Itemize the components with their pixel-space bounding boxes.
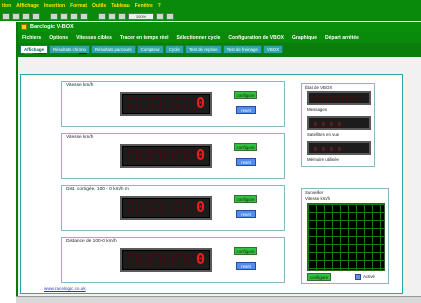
tab-test-reprise[interactable]: Test de reprise (184, 45, 222, 53)
messages-label: Messages (307, 107, 328, 112)
lcd-display: 0 (120, 196, 212, 220)
menu-item-options[interactable]: Options (49, 35, 68, 41)
active-checkbox[interactable] (355, 274, 361, 280)
menu-item-graphique[interactable]: Graphique (292, 35, 317, 41)
toolbar-button-icon[interactable] (166, 12, 174, 20)
host-menu-item[interactable]: Fenêtre (135, 3, 153, 9)
speed-display-group: Vitesse km/h 0 configure reset (61, 133, 285, 179)
group-title: Vitesse km/h (66, 135, 94, 140)
host-menu-item[interactable]: Tableau (111, 3, 130, 9)
toolbar-button-icon[interactable] (2, 12, 10, 20)
tab-strip: Affichage Résultats chrono Résultats par… (20, 45, 416, 53)
group-title: Dist. corrigée, 100 - 0 km/h m (66, 187, 129, 192)
lcd-value: 0 (195, 146, 205, 164)
lcd-value: 0 (195, 94, 205, 112)
tab-resultats-parcours[interactable]: Résultats parcours (90, 45, 136, 53)
toolbar-button-icon[interactable] (118, 12, 126, 20)
monitor-group: Surveiller Vitesse km/h configure Activé (301, 188, 389, 284)
speed-display-group: Vitesse km/h 0 configure reset (61, 81, 285, 127)
toolbar-button-icon[interactable] (32, 12, 40, 20)
host-menu-item[interactable]: Affichage (16, 3, 39, 9)
toolbar-button-icon[interactable] (80, 12, 88, 20)
group-title: Vitesse km/h (66, 83, 94, 88)
lcd-display: 0 (120, 92, 212, 116)
vbox-state-title: État de VBOX (305, 85, 333, 90)
reset-button[interactable]: reset (236, 262, 256, 270)
lcd-value: 0 (195, 198, 205, 216)
toolbar-button-icon[interactable] (70, 12, 78, 20)
affichage-panel: Vitesse km/h 0 configure reset Vitesse k… (20, 74, 403, 294)
zoom-select[interactable]: 100% (128, 12, 154, 20)
menu-item-tracer[interactable]: Tracer en temps réel (120, 35, 169, 41)
configure-button[interactable]: configure (234, 247, 257, 255)
status-bar (16, 296, 421, 303)
toolbar-button-icon[interactable] (12, 12, 20, 20)
tab-vbox[interactable]: VBOX (262, 45, 284, 53)
website-link[interactable]: www.racelogic.co.uk (44, 286, 86, 291)
configure-button[interactable]: configure (234, 195, 257, 203)
tab-affichage[interactable]: Affichage (20, 45, 49, 53)
memory-label: Mémoire utilisée (307, 157, 339, 162)
lcd-display: 0 (120, 144, 212, 168)
window-titlebar: Barclogic V-BOX (18, 22, 421, 32)
menu-item-selectionner-cycle[interactable]: Sélectionner cycle (177, 35, 221, 41)
host-menu-item[interactable]: ? (158, 3, 161, 9)
group-title: Distance de 100-0 km/h (66, 239, 117, 244)
menu-item-configuration[interactable]: Configuration de VBOX (228, 35, 284, 41)
toolbar-button-icon[interactable] (98, 12, 106, 20)
host-menu-item[interactable]: Outils (92, 3, 106, 9)
reset-button[interactable]: reset (236, 106, 256, 114)
reset-button[interactable]: reset (236, 210, 256, 218)
distance-display-group: Dist. corrigée, 100 - 0 km/h m 0 configu… (61, 185, 285, 231)
host-menu-item[interactable]: tion (2, 3, 11, 9)
toolbar-button-icon[interactable] (108, 12, 116, 20)
satellites-display (307, 116, 371, 130)
menu-item-vitesses-cibles[interactable]: Vitesses cibles (76, 35, 112, 41)
host-toolbar: 100% (0, 11, 421, 21)
memory-display (307, 141, 371, 155)
distance-display-group: Distance de 100-0 km/h 0 configure reset (61, 237, 285, 283)
host-menu-item[interactable]: Format (70, 3, 87, 9)
menu-item-depart-arrete[interactable]: Départ arrêtée (325, 35, 359, 41)
menu-item-fichiers[interactable]: Fichiers (22, 35, 41, 41)
toolbar-button-icon[interactable] (60, 12, 68, 20)
monitor-subtitle: Vitesse km/h (305, 196, 331, 201)
host-menu-item[interactable]: Insertion (44, 3, 65, 9)
configure-button[interactable]: configure (234, 91, 257, 99)
tab-cycle[interactable]: Cycle (164, 45, 184, 53)
configure-button[interactable]: configure (234, 143, 257, 151)
toolbar-button-icon[interactable] (156, 12, 164, 20)
monitor-graph (307, 203, 385, 271)
messages-display (307, 91, 371, 105)
vbox-state-group: État de VBOX Messages Satellites en vue … (301, 83, 375, 167)
tab-resultats-chrono[interactable]: Résultats chrono (49, 45, 90, 53)
toolbar-button-icon[interactable] (50, 12, 58, 20)
lcd-value: 0 (195, 250, 205, 268)
tab-test-freinage[interactable]: Test de freinage (222, 45, 262, 53)
app-icon (21, 24, 27, 30)
toolbar-button-icon[interactable] (22, 12, 30, 20)
monitor-title: Surveiller (305, 190, 324, 195)
lcd-display: 0 (120, 248, 212, 272)
window-title: Barclogic V-BOX (30, 24, 74, 30)
tab-compteur[interactable]: Compteur (136, 45, 164, 53)
satellites-label: Satellites en vue (307, 132, 340, 137)
monitor-configure-button[interactable]: configure (307, 273, 331, 281)
app-menubar: Fichiers Options Vitesses cibles Tracer … (18, 32, 421, 43)
active-label: Activé (363, 274, 375, 279)
host-menubar: tion Affichage Insertion Format Outils T… (0, 0, 421, 11)
reset-button[interactable]: reset (236, 158, 256, 166)
